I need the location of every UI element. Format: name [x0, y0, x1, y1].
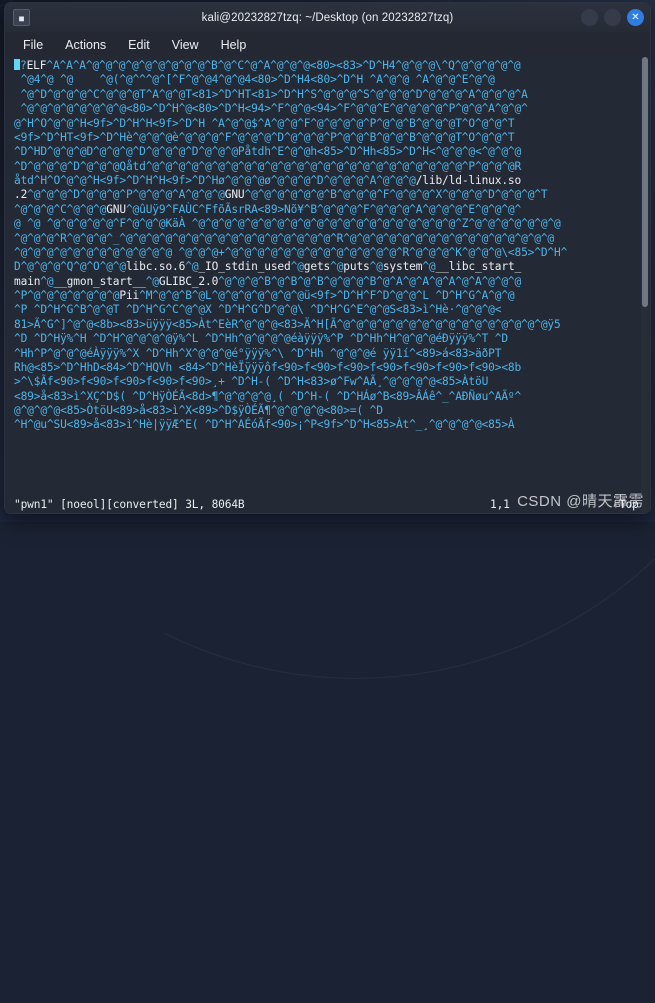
- menu-item-view[interactable]: View: [172, 38, 199, 52]
- menu-item-help[interactable]: Help: [221, 38, 247, 52]
- terminal-line: ?ELF^A^A^A^@^@^@^@^@^@^@^@^@^B^@^C^@^A^@…: [14, 59, 650, 73]
- terminal-ascii-string: libc.so.6: [126, 260, 185, 273]
- terminal-line: @^@^@^@<85>ÒtöU<89>å<83>ì^X<89>^D$ÿÒÉÃ¶^…: [14, 404, 650, 418]
- menubar: File Actions Edit View Help: [5, 32, 650, 57]
- terminal-line: ^@^@^@^@^@^@^@^@^@^@^@^@ ^@^@^@+^@^@^@^@…: [14, 246, 650, 260]
- terminal-ascii-string: Pii: [119, 289, 139, 302]
- terminal-icon-glyph: ■: [19, 15, 24, 23]
- terminal-scrollbar[interactable]: [641, 57, 649, 513]
- menu-item-actions[interactable]: Actions: [65, 38, 106, 52]
- terminal-ascii-string: __gmon_start__: [54, 275, 146, 288]
- terminal-line: >^\$Ãf<90>f<90>f<90>f<90>f<90>¸+ ^D^H-( …: [14, 375, 650, 389]
- vim-status-line: "pwn1" [noeol][converted] 3L, 8064B 1,1 …: [5, 496, 650, 513]
- terminal-line: ^Hh^P^@^@^@éÀÿÿÿ%^X ^D^Hh^X^@^@^@é°ÿÿÿ%^…: [14, 347, 650, 361]
- terminal-ascii-string: /lib/ld-linux.so: [416, 174, 521, 187]
- window-titlebar[interactable]: ■ kali@20232827tzq: ~/Desktop (on 202328…: [5, 3, 650, 32]
- status-scroll-position: Top: [619, 498, 639, 511]
- terminal-line: D^@^@^@^Q^@^O^@^@libc.so.6^@_IO_stdin_us…: [14, 260, 650, 274]
- terminal-line: @^H^O^@^@^H<9f>^D^H^H<9f>^D^H ^A^@^@$^A^…: [14, 117, 650, 131]
- terminal-line: ^@^@^@^C^@^@^@GNU^@ûUÿ9^FAÙC^FfõÃsrRA<89…: [14, 203, 650, 217]
- terminal-ascii-string: puts: [343, 260, 369, 273]
- menu-item-file[interactable]: File: [23, 38, 43, 52]
- terminal-line: ^@^@^@^@^@^@^@^@<80>^D^H^@<80>^D^H<94>^F…: [14, 102, 650, 116]
- terminal-area[interactable]: ?ELF^A^A^A^@^@^@^@^@^@^@^@^@^B^@^C^@^A^@…: [5, 57, 650, 513]
- terminal-line: 81>Ã^G^]^@^@<8b><83>üÿÿÿ<85>Àt^EèR^@^@^@…: [14, 318, 650, 332]
- terminal-line: <9f>^D^HT<9f>^D^Hè^@^@^@è^@^@^@^F^@^@^@^…: [14, 131, 650, 145]
- terminal-ascii-string: .2: [14, 188, 27, 201]
- terminal-line: ^D^HD^@^@^@D^@^@^@^D^@^@^@^D^@^@^@Påtdh^…: [14, 145, 650, 159]
- terminal-line: ^D ^D^Hÿ%^H ^D^H^@^@^@^@ÿ%^L ^D^Hh^@^@^@…: [14, 332, 650, 346]
- terminal-icon: ■: [13, 9, 30, 26]
- terminal-ascii-string: gets: [304, 260, 330, 273]
- terminal-line: ^@^@^@^R^@^@^@^_^@^@^@^@^@^@^@^@^@^@^@^@…: [14, 232, 650, 246]
- terminal-cursor: [14, 59, 20, 70]
- terminal-line: <89>å<83>ì^XÇ^D$( ^D^HÿÒÉÃ<8d>¶^@^@^@^@¸…: [14, 390, 650, 404]
- close-button[interactable]: ✕: [627, 9, 644, 26]
- terminal-line: åtd^H^O^@^@^H<9f>^D^H^H<9f>^D^Hø^@^@^@ø^…: [14, 174, 650, 188]
- terminal-ascii-string: ELF: [27, 59, 47, 72]
- terminal-line: ^@4^@ ^@ ^@(^@^^^@^[^F^@^@4^@^@4<80>^D^H…: [14, 73, 650, 87]
- window-controls: ✕: [581, 9, 644, 26]
- terminal-output[interactable]: ?ELF^A^A^A^@^@^@^@^@^@^@^@^@^B^@^C^@^A^@…: [5, 57, 650, 496]
- terminal-ascii-string: GNU: [225, 188, 245, 201]
- menu-item-edit[interactable]: Edit: [128, 38, 150, 52]
- terminal-window: ■ kali@20232827tzq: ~/Desktop (on 202328…: [4, 2, 651, 514]
- terminal-line: ^H^@u^SU<89>å<83>ì^Hè|ÿÿÆ^E( ^D^H^AÉóÃf<…: [14, 418, 650, 432]
- terminal-ascii-string: main: [14, 275, 40, 288]
- terminal-ascii-string: GNU: [106, 203, 126, 216]
- terminal-line: ^P ^D^H^G^B^@^@T ^D^H^G^C^@^@X ^D^H^G^D^…: [14, 303, 650, 317]
- maximize-button[interactable]: [604, 9, 621, 26]
- terminal-ascii-string: _IO_stdin_used: [198, 260, 290, 273]
- terminal-line: ^P^@^@^@^@^@^@^@Pii^M^@^@^B^@L^@^@^@^@^@…: [14, 289, 650, 303]
- minimize-button[interactable]: [581, 9, 598, 26]
- terminal-ascii-string: GLIBC_2.0: [159, 275, 218, 288]
- terminal-line: main^@__gmon_start__^@GLIBC_2.0^@^@^@^B^…: [14, 275, 650, 289]
- terminal-line: ^@^D^@^@^@^C^@^@^@T^A^@^@T<81>^D^HT<81>^…: [14, 88, 650, 102]
- window-title: kali@20232827tzq: ~/Desktop (on 20232827…: [5, 12, 650, 24]
- terminal-line: .2^@^@^@^D^@^@^@^P^@^@^@^A^@^@^@GNU^@^@^…: [14, 188, 650, 202]
- terminal-line: @ ^@ ^@^@^@^@^@^F^@^@^@KäÀ ^@^@^@^@^@^@^…: [14, 217, 650, 231]
- terminal-line: ^D^@^@^@^D^@^@^@Qåtd^@^@^@^@^@^@^@^@^@^@…: [14, 160, 650, 174]
- terminal-scrollbar-thumb[interactable]: [642, 57, 648, 307]
- terminal-line: Rh@<85>^D^HhD<84>^D^HQVh <84>^D^HèÏÿÿÿôf…: [14, 361, 650, 375]
- terminal-ascii-string: system: [383, 260, 423, 273]
- status-cursor-ruler: 1,1: [490, 498, 510, 511]
- terminal-ascii-string: __libc_start_: [436, 260, 522, 273]
- status-file-info: "pwn1" [noeol][converted] 3L, 8064B: [14, 498, 245, 511]
